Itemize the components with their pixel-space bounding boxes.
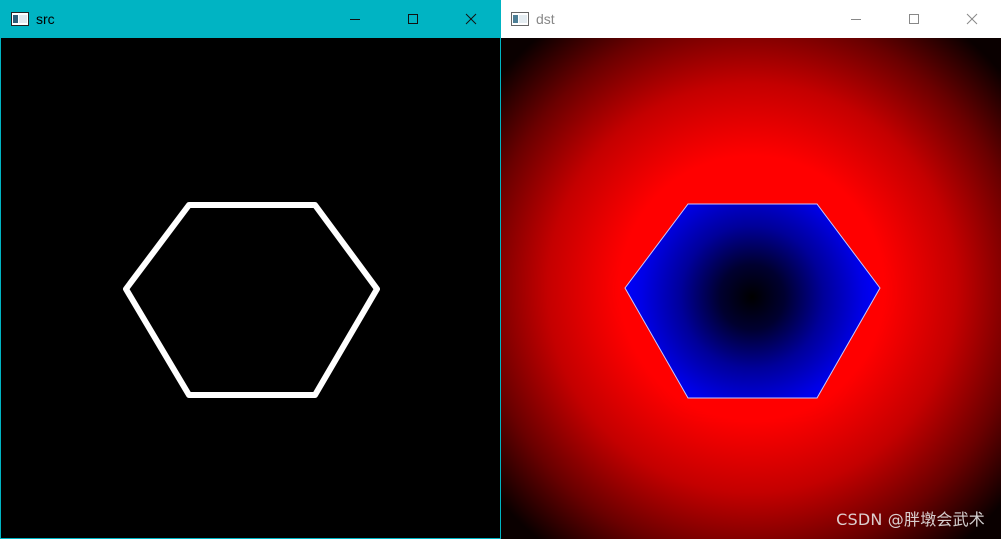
dst-titlebar[interactable]: dst	[501, 0, 1001, 38]
minimize-button[interactable]	[827, 0, 885, 38]
src-image-canvas	[1, 38, 500, 538]
watermark-text: CSDN @胖墩会武术	[836, 510, 985, 529]
close-icon	[966, 13, 978, 25]
src-titlebar[interactable]: src	[1, 0, 500, 38]
minimize-button[interactable]	[326, 0, 384, 38]
window-title: dst	[536, 11, 555, 27]
window-app-icon	[511, 12, 529, 26]
minimize-icon	[350, 19, 360, 20]
close-icon	[465, 13, 477, 25]
dst-window[interactable]: dst CSDN @胖墩会武术	[501, 0, 1001, 539]
maximize-button[interactable]	[384, 0, 442, 38]
maximize-icon	[408, 14, 418, 24]
window-app-icon	[11, 12, 29, 26]
dst-image-canvas: CSDN @胖墩会武术	[501, 38, 1001, 539]
close-button[interactable]	[442, 0, 500, 38]
close-button[interactable]	[943, 0, 1001, 38]
window-title: src	[36, 11, 55, 27]
maximize-button[interactable]	[885, 0, 943, 38]
minimize-icon	[851, 19, 861, 20]
src-window[interactable]: src	[0, 0, 501, 539]
maximize-icon	[909, 14, 919, 24]
